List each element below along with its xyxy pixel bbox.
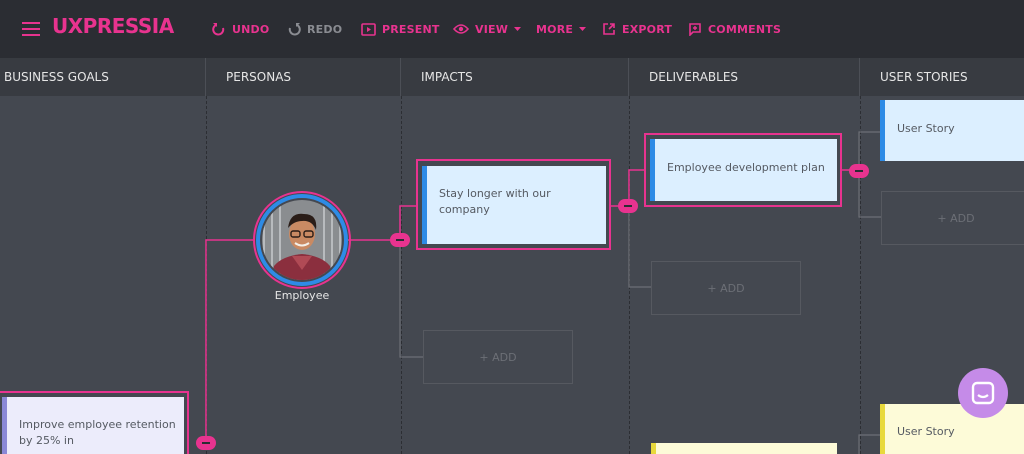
user-story-card[interactable]: User Story (880, 100, 1024, 161)
business-goal-text: Improve employee retention by 25% in (19, 418, 176, 447)
user-story-text: User Story (897, 122, 955, 135)
deliverable-text: Employee development plan (667, 161, 825, 174)
add-impact-button[interactable]: + ADD (423, 330, 573, 384)
impact-text: Stay longer with our company (439, 187, 551, 216)
add-user-story-button[interactable]: + ADD (881, 191, 1024, 245)
collapse-deliverable-button[interactable] (849, 164, 869, 178)
chat-button[interactable] (958, 368, 1008, 418)
collapse-business-goal-button[interactable] (196, 436, 216, 450)
persona-name: Employee (274, 289, 330, 302)
user-story-card-yellow[interactable]: User Story (880, 404, 1024, 454)
chat-icon (971, 381, 995, 405)
collapse-persona-button[interactable] (390, 233, 410, 247)
deliverable-card-yellow[interactable] (651, 443, 837, 454)
collapse-impact-button[interactable] (618, 199, 638, 213)
add-deliverable-button[interactable]: + ADD (651, 261, 801, 315)
business-goal-card[interactable]: Improve employee retention by 25% in (2, 397, 184, 454)
persona-avatar[interactable] (252, 190, 352, 290)
deliverable-card[interactable]: Employee development plan (650, 139, 837, 201)
impact-card[interactable]: Stay longer with our company (422, 166, 606, 244)
user-story-yellow-text: User Story (897, 425, 955, 438)
